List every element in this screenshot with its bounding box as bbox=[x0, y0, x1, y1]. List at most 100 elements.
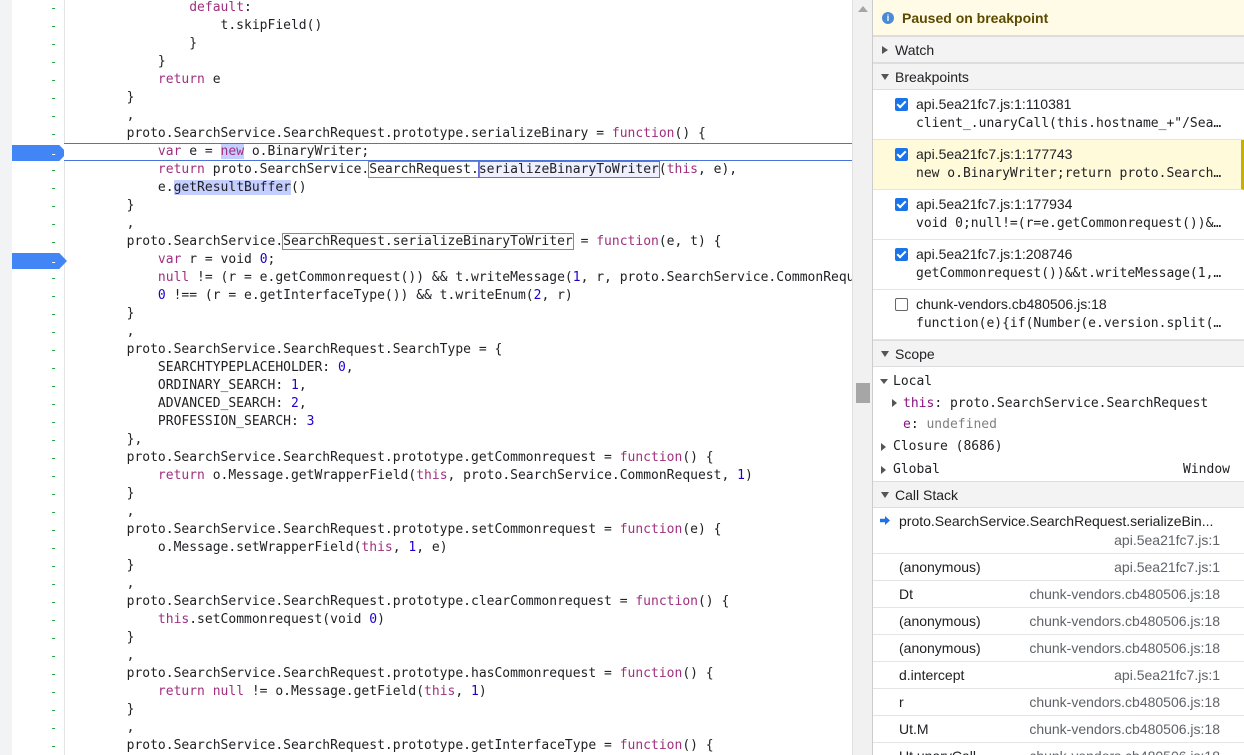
gutter-line[interactable]: - bbox=[12, 377, 64, 395]
code-line[interactable]: o.Message.setWrapperField(this, 1, e) bbox=[64, 539, 852, 557]
code-line[interactable]: } bbox=[64, 35, 852, 53]
call-frame-location[interactable]: chunk-vendors.cb480506.js:18 bbox=[1029, 694, 1220, 710]
call-frame-location[interactable]: api.5ea21fc7.js:1 bbox=[1114, 559, 1220, 575]
call-frame[interactable]: (anonymous) api.5ea21fc7.js:1 bbox=[873, 554, 1244, 581]
call-frame[interactable]: Ut.unaryCall chunk-vendors.cb480506.js:18 bbox=[873, 743, 1244, 755]
scope-e-row[interactable]: e: undefined bbox=[873, 414, 1244, 435]
call-frame-location[interactable]: api.5ea21fc7.js:1 bbox=[1114, 532, 1220, 548]
gutter-line[interactable]: - bbox=[12, 503, 64, 521]
code-line[interactable]: proto.SearchService.SearchRequest.protot… bbox=[64, 593, 852, 611]
code-area[interactable]: default: t.skipField() } } return e } , … bbox=[64, 0, 852, 755]
call-frame-location[interactable]: chunk-vendors.cb480506.js:18 bbox=[1029, 721, 1220, 737]
code-line[interactable]: PROFESSION_SEARCH: 3 bbox=[64, 413, 852, 431]
code-line[interactable]: } bbox=[64, 197, 852, 215]
code-line[interactable]: ADVANCED_SEARCH: 2, bbox=[64, 395, 852, 413]
gutter-line[interactable]: - bbox=[12, 89, 64, 107]
code-line[interactable]: t.skipField() bbox=[64, 17, 852, 35]
gutter-line[interactable]: - bbox=[12, 143, 67, 161]
code-line[interactable]: proto.SearchService.SearchRequest.protot… bbox=[64, 737, 852, 755]
code-line[interactable]: this.setCommonrequest(void 0) bbox=[64, 611, 852, 629]
call-frame[interactable]: Dt chunk-vendors.cb480506.js:18 bbox=[873, 581, 1244, 608]
gutter-line[interactable]: - bbox=[12, 647, 64, 665]
gutter-line[interactable]: - bbox=[12, 0, 64, 17]
call-frame-location[interactable]: chunk-vendors.cb480506.js:18 bbox=[1029, 613, 1220, 629]
gutter-line[interactable]: - bbox=[12, 395, 64, 413]
gutter-line[interactable]: - bbox=[12, 35, 64, 53]
watch-section-header[interactable]: Watch bbox=[873, 36, 1244, 63]
code-line[interactable]: null != (r = e.getCommonrequest()) && t.… bbox=[64, 269, 852, 287]
code-line[interactable]: } bbox=[64, 557, 852, 575]
code-line[interactable]: , bbox=[64, 647, 852, 665]
gutter-line[interactable]: - bbox=[12, 413, 64, 431]
code-line[interactable]: ORDINARY_SEARCH: 1, bbox=[64, 377, 852, 395]
call-frame[interactable]: proto.SearchService.SearchRequest.serial… bbox=[873, 508, 1244, 554]
breakpoint-checkbox[interactable] bbox=[895, 298, 908, 311]
gutter-line[interactable]: - bbox=[12, 125, 64, 143]
gutter-line[interactable]: - bbox=[12, 251, 67, 269]
breakpoint-item[interactable]: api.5ea21fc7.js:1:177934 void 0;null!=(r=… bbox=[873, 190, 1244, 240]
gutter-line[interactable]: - bbox=[12, 107, 64, 125]
gutter-line[interactable]: - bbox=[12, 431, 64, 449]
gutter-line[interactable]: - bbox=[12, 521, 64, 539]
scope-section-header[interactable]: Scope bbox=[873, 340, 1244, 367]
code-editor[interactable]: - - - - - - - - - - - - - - - - - - - - - - - - - - - - - - - - - - - - - - - -… bbox=[0, 0, 852, 755]
gutter-line[interactable]: - bbox=[12, 215, 64, 233]
code-line[interactable]: proto.SearchService.SearchRequest.protot… bbox=[64, 125, 852, 143]
code-line[interactable]: }, bbox=[64, 431, 852, 449]
code-line[interactable]: proto.SearchService.SearchRequest.protot… bbox=[64, 449, 852, 467]
scrollbar-thumb[interactable] bbox=[856, 383, 870, 403]
scroll-up-arrow-icon[interactable] bbox=[858, 6, 868, 12]
breakpoint-item[interactable]: chunk-vendors.cb480506.js:18 function(e){… bbox=[873, 290, 1244, 340]
code-line[interactable]: } bbox=[64, 305, 852, 323]
call-frame-location[interactable]: api.5ea21fc7.js:1 bbox=[1114, 667, 1220, 683]
gutter-line[interactable]: - bbox=[12, 629, 64, 647]
code-line[interactable]: e.getResultBuffer() bbox=[64, 179, 852, 197]
call-frame-location[interactable]: chunk-vendors.cb480506.js:18 bbox=[1029, 586, 1220, 602]
breakpoint-checkbox[interactable] bbox=[895, 198, 908, 211]
gutter-line[interactable]: - bbox=[12, 197, 64, 215]
breakpoint-item[interactable]: api.5ea21fc7.js:1:110381 client_.unaryCal… bbox=[873, 90, 1244, 140]
gutter-line[interactable]: - bbox=[12, 611, 64, 629]
gutter-line[interactable]: - bbox=[12, 161, 64, 179]
breakpoint-item[interactable]: api.5ea21fc7.js:1:177743 new o.BinaryWrit… bbox=[873, 140, 1244, 190]
gutter-line[interactable]: - bbox=[12, 467, 64, 485]
code-line[interactable]: return e bbox=[64, 71, 852, 89]
callstack-section-header[interactable]: Call Stack bbox=[873, 481, 1244, 508]
gutter-line[interactable]: - bbox=[12, 287, 64, 305]
call-frame[interactable]: d.intercept api.5ea21fc7.js:1 bbox=[873, 662, 1244, 689]
gutter-line[interactable]: - bbox=[12, 53, 64, 71]
code-line[interactable]: default: bbox=[64, 0, 852, 17]
code-line[interactable]: , bbox=[64, 323, 852, 341]
code-line[interactable]: , bbox=[64, 575, 852, 593]
gutter-line[interactable]: - bbox=[12, 323, 64, 341]
call-frame[interactable]: r chunk-vendors.cb480506.js:18 bbox=[873, 689, 1244, 716]
gutter-line[interactable]: - bbox=[12, 539, 64, 557]
gutter-line[interactable]: - bbox=[12, 485, 64, 503]
scope-global[interactable]: Global Window bbox=[873, 458, 1244, 481]
code-line[interactable]: } bbox=[64, 89, 852, 107]
call-frame[interactable]: (anonymous) chunk-vendors.cb480506.js:18 bbox=[873, 635, 1244, 662]
code-line[interactable]: , bbox=[64, 107, 852, 125]
code-line[interactable]: } bbox=[64, 701, 852, 719]
breakpoint-item[interactable]: api.5ea21fc7.js:1:208746 getCommonrequest… bbox=[873, 240, 1244, 290]
gutter-line[interactable]: - bbox=[12, 557, 64, 575]
code-line[interactable]: 0 !== (r = e.getInterfaceType()) && t.wr… bbox=[64, 287, 852, 305]
code-line[interactable]: return null != o.Message.getField(this, … bbox=[64, 683, 852, 701]
gutter-line[interactable]: - bbox=[12, 449, 64, 467]
code-line[interactable]: return proto.SearchService.SearchRequest… bbox=[64, 161, 852, 179]
gutter-line[interactable]: - bbox=[12, 341, 64, 359]
gutter-line[interactable]: - bbox=[12, 575, 64, 593]
call-frame-location[interactable]: chunk-vendors.cb480506.js:18 bbox=[1029, 640, 1220, 656]
scope-closure[interactable]: Closure (8686) bbox=[873, 435, 1244, 458]
code-line[interactable]: SEARCHTYPEPLACEHOLDER: 0, bbox=[64, 359, 852, 377]
breakpoint-marker-icon[interactable]: - bbox=[12, 145, 67, 161]
gutter-line[interactable]: - bbox=[12, 737, 64, 755]
code-line[interactable]: , bbox=[64, 215, 852, 233]
line-gutter[interactable]: - - - - - - - - - - - - - - - - - - - - - - - - - - - - - - - - - - - - - - - -… bbox=[12, 0, 67, 755]
breakpoints-section-header[interactable]: Breakpoints bbox=[873, 63, 1244, 90]
breakpoint-checkbox[interactable] bbox=[895, 98, 908, 111]
code-line[interactable]: , bbox=[64, 719, 852, 737]
breakpoint-marker-icon[interactable]: - bbox=[12, 253, 67, 269]
gutter-line[interactable]: - bbox=[12, 719, 64, 737]
scope-this-row[interactable]: this: proto.SearchService.SearchRequest bbox=[873, 393, 1244, 414]
